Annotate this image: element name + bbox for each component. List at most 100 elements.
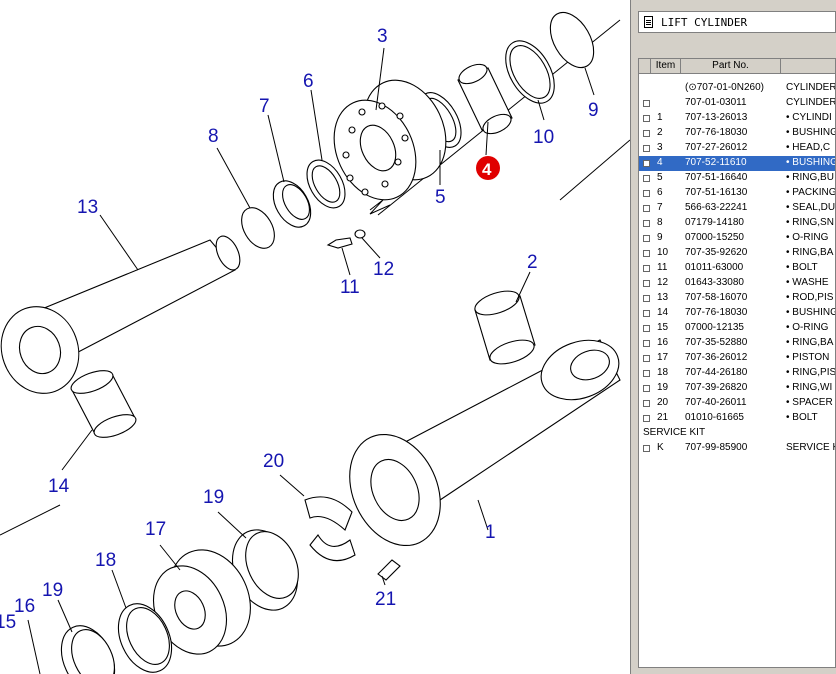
row-checkbox[interactable] xyxy=(643,175,650,182)
row-part-no: 707-35-52880 xyxy=(685,337,748,348)
part-9-o-ring[interactable] xyxy=(541,5,602,75)
parts-table-row[interactable]: 6 707-51-16130 • PACKING xyxy=(639,186,835,201)
row-checkbox[interactable] xyxy=(643,310,650,317)
parts-table-row[interactable]: 13 707-58-16070 • ROD,PIS xyxy=(639,291,835,306)
row-part-name: • HEAD,C xyxy=(786,142,831,153)
row-part-name: CYLINDER xyxy=(786,97,836,108)
assembly-header-row[interactable]: (⊙707-01-0N260) CYLINDER xyxy=(639,81,835,96)
parts-table-row[interactable]: 12 01643-33080 • WASHE xyxy=(639,276,835,291)
parts-table-row[interactable]: 3 707-27-26012 • HEAD,C xyxy=(639,141,835,156)
exploded-parts-diagram[interactable]: 1 2 3 4 5 6 7 8 9 10 11 12 13 14 15 16 1… xyxy=(0,0,630,674)
row-checkbox[interactable] xyxy=(643,340,650,347)
row-checkbox[interactable] xyxy=(643,145,650,152)
parts-table-row[interactable]: 2 707-76-18030 • BUSHING xyxy=(639,126,835,141)
row-checkbox[interactable] xyxy=(643,400,650,407)
row-checkbox[interactable] xyxy=(643,115,650,122)
row-checkbox[interactable] xyxy=(643,220,650,227)
parts-table-row[interactable]: 5 707-51-16640 • RING,BU xyxy=(639,171,835,186)
assembly-part-no: (⊙707-01-0N260) xyxy=(685,82,764,93)
row-item: 14 xyxy=(657,307,669,318)
part-8-snap-ring[interactable] xyxy=(235,202,281,254)
row-item: 4 xyxy=(657,157,663,168)
row-checkbox[interactable] xyxy=(643,160,650,167)
row-part-no: 07000-15250 xyxy=(685,232,744,243)
parts-table-row[interactable]: 9 07000-15250 • O-RING xyxy=(639,231,835,246)
parts-table-row[interactable]: 21 01010-61665 • BOLT xyxy=(639,411,835,426)
column-header-part-no[interactable]: Part No. xyxy=(681,59,781,74)
callout-12: 12 xyxy=(373,259,394,280)
row-part-name: • RING,SN xyxy=(786,217,834,228)
row-item: 8 xyxy=(657,217,663,228)
row-part-no: 707-76-18030 xyxy=(685,127,748,138)
parts-table-row[interactable]: 707-01-03011 CYLINDER xyxy=(639,96,836,111)
section-label: SERVICE KIT xyxy=(643,427,706,438)
row-part-name: • WASHE xyxy=(786,277,829,288)
part-20-spacer[interactable] xyxy=(304,496,356,562)
section-label-row: SERVICE KIT xyxy=(639,426,835,441)
row-checkbox[interactable] xyxy=(643,265,650,272)
row-part-no: 707-36-26012 xyxy=(685,352,748,363)
row-checkbox[interactable] xyxy=(643,205,650,212)
part-14-bushing[interactable] xyxy=(68,366,139,442)
row-item: 2 xyxy=(657,127,663,138)
parts-table-row[interactable]: 16 707-35-52880 • RING,BA xyxy=(639,336,835,351)
parts-list-table[interactable]: Item Part No. (⊙707-01-0N260) CYLINDER 7… xyxy=(638,58,836,668)
parts-table-row[interactable]: 18 707-44-26180 • RING,PIS xyxy=(639,366,836,381)
part-21-bolt[interactable] xyxy=(377,559,401,581)
kit-row[interactable]: K 707-99-85900 SERVICE K xyxy=(639,441,835,456)
parts-table-row[interactable]: 7 566-63-22241 • SEAL,DU xyxy=(639,201,835,216)
row-checkbox[interactable] xyxy=(643,280,650,287)
row-checkbox[interactable] xyxy=(643,385,650,392)
row-checkbox[interactable] xyxy=(643,250,650,257)
parts-table-row[interactable]: 4 707-52-11610 • BUSHING xyxy=(639,156,836,171)
row-part-name: • RING,PIS xyxy=(786,367,836,378)
row-item: 20 xyxy=(657,397,669,408)
part-13-rod[interactable] xyxy=(0,232,245,404)
part-1-cylinder[interactable] xyxy=(332,330,627,560)
callout-19: 19 xyxy=(203,487,224,508)
row-checkbox[interactable] xyxy=(643,370,650,377)
row-checkbox[interactable] xyxy=(643,190,650,197)
row-part-no: 707-44-26180 xyxy=(685,367,748,378)
part-2-bushing[interactable] xyxy=(472,286,537,368)
row-part-name: • O-RING xyxy=(786,232,829,243)
row-part-no: 01643-33080 xyxy=(685,277,744,288)
row-part-no: 707-35-92620 xyxy=(685,247,748,258)
parts-table-row[interactable]: 11 01011-63000 • BOLT xyxy=(639,261,835,276)
parts-table-row[interactable]: 15 07000-12135 • O-RING xyxy=(639,321,835,336)
parts-table-row[interactable]: 10 707-35-92620 • RING,BA xyxy=(639,246,835,261)
row-checkbox[interactable] xyxy=(643,235,650,242)
row-checkbox[interactable] xyxy=(643,100,650,107)
callout-4: 4 xyxy=(482,160,492,179)
row-checkbox[interactable] xyxy=(643,130,650,137)
row-checkbox[interactable] xyxy=(643,355,650,362)
parts-table-row[interactable]: 1 707-13-26013 • CYLINDI xyxy=(639,111,835,126)
parts-table-row[interactable]: 19 707-39-26820 • RING,WI xyxy=(639,381,835,396)
row-item: 6 xyxy=(657,187,663,198)
column-header-item[interactable]: Item xyxy=(651,59,681,74)
row-checkbox[interactable] xyxy=(643,445,650,452)
parts-table-row[interactable]: 17 707-36-26012 • PISTON xyxy=(639,351,835,366)
column-header-check[interactable] xyxy=(639,59,651,74)
callout-7: 7 xyxy=(259,96,270,117)
part-19-wear-ring-lower[interactable] xyxy=(51,617,125,674)
column-header-name[interactable] xyxy=(781,59,835,74)
row-item: 12 xyxy=(657,277,669,288)
row-part-name: • CYLINDI xyxy=(786,112,832,123)
row-item: 9 xyxy=(657,232,663,243)
row-item: 7 xyxy=(657,202,663,213)
parts-table-row[interactable]: 14 707-76-18030 • BUSHING xyxy=(639,306,836,321)
row-checkbox[interactable] xyxy=(643,295,650,302)
part-12-washer[interactable] xyxy=(354,229,366,239)
part-11-bolt[interactable] xyxy=(326,237,353,249)
part-4-bushing[interactable] xyxy=(456,60,514,137)
row-part-no: 707-58-16070 xyxy=(685,292,748,303)
row-part-name: • BUSHING xyxy=(786,307,836,318)
parts-table-row[interactable]: 8 07179-14180 • RING,SN xyxy=(639,216,835,231)
callout-19-lower: 19 xyxy=(42,580,63,601)
row-checkbox[interactable] xyxy=(643,325,650,332)
callout-16: 16 xyxy=(14,596,35,617)
row-part-name: • BUSHING xyxy=(786,157,836,168)
parts-table-row[interactable]: 20 707-40-26011 • SPACER xyxy=(639,396,835,411)
row-checkbox[interactable] xyxy=(643,415,650,422)
